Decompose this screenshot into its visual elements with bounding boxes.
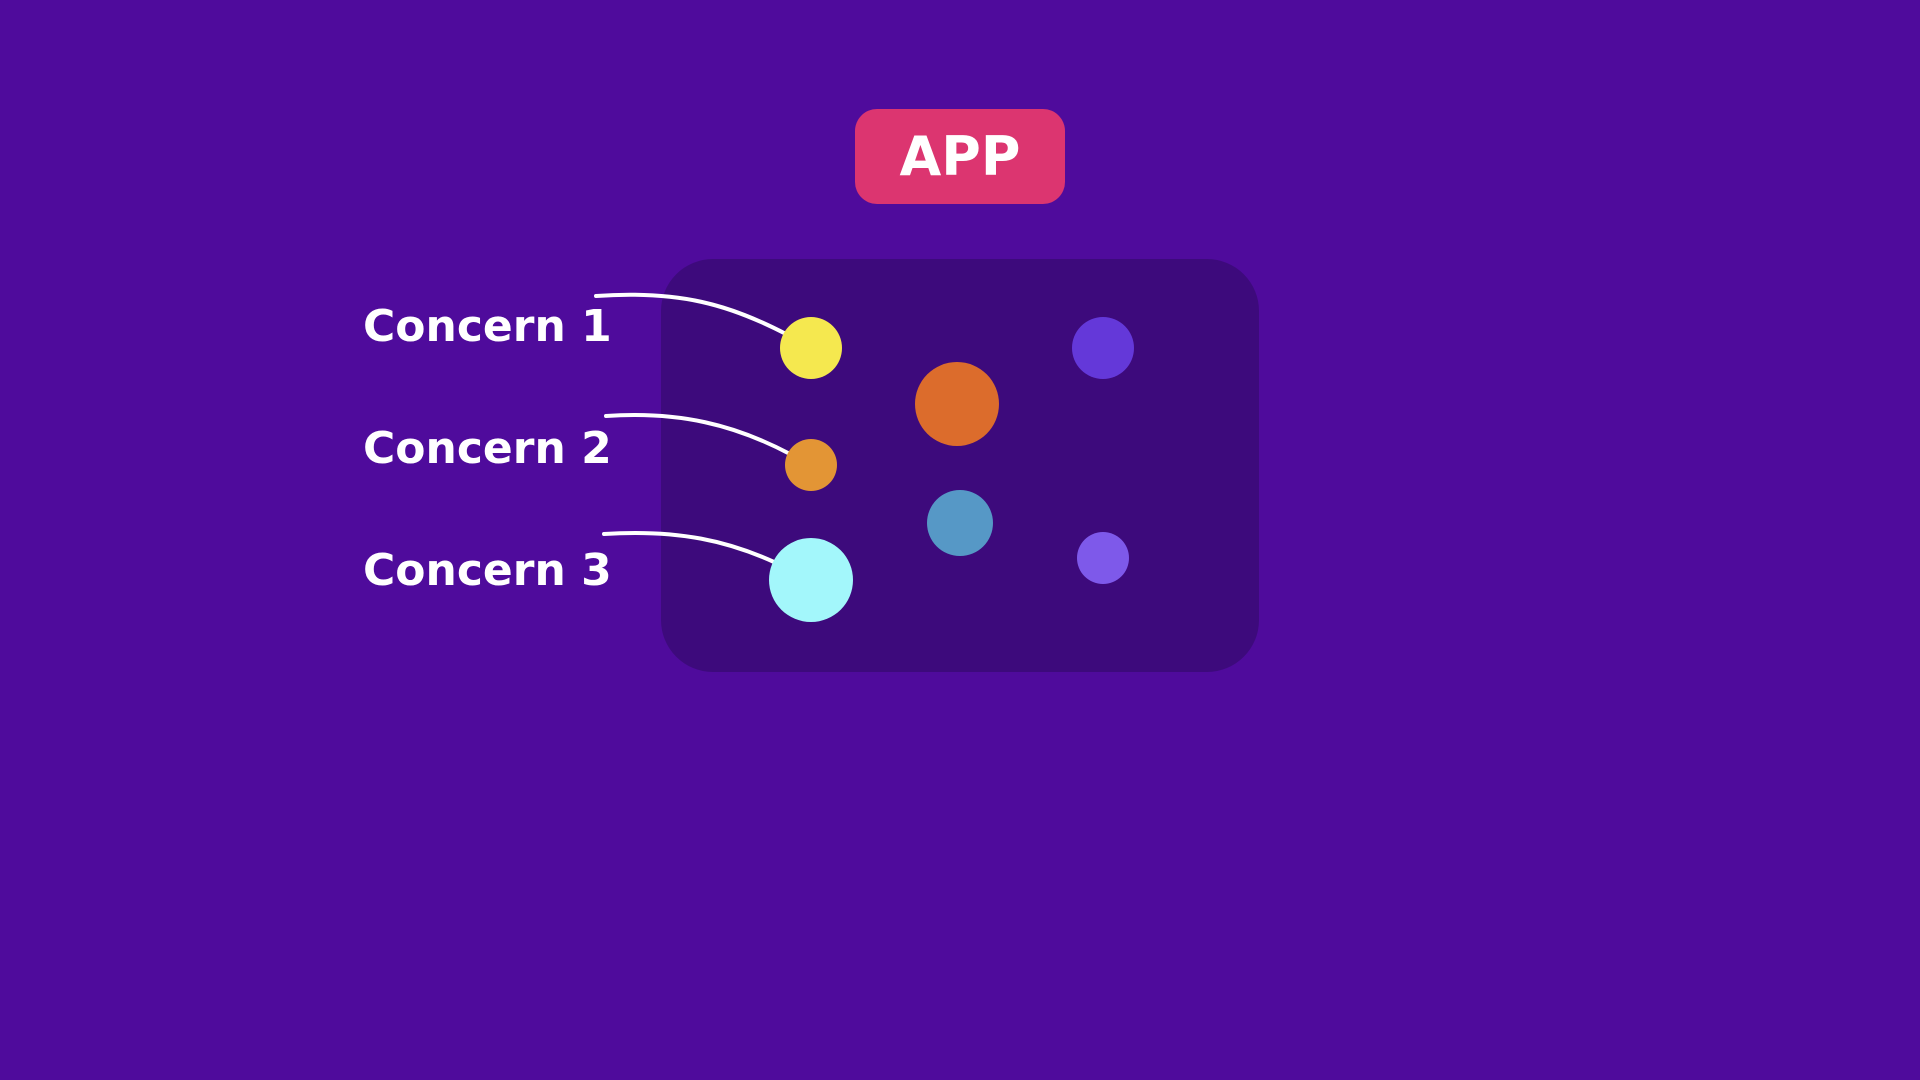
connector-concern-3 bbox=[602, 530, 776, 564]
node-indigo bbox=[1072, 317, 1134, 379]
concern-node-1 bbox=[780, 317, 842, 379]
concern-node-2 bbox=[785, 439, 837, 491]
node-lavender bbox=[1077, 532, 1129, 584]
node-steel-blue bbox=[927, 490, 993, 556]
connector-concern-1 bbox=[594, 292, 788, 336]
node-orange bbox=[915, 362, 999, 446]
connector-concern-2 bbox=[604, 413, 792, 456]
diagram-canvas bbox=[594, 292, 1134, 622]
concern-node-3 bbox=[769, 538, 853, 622]
